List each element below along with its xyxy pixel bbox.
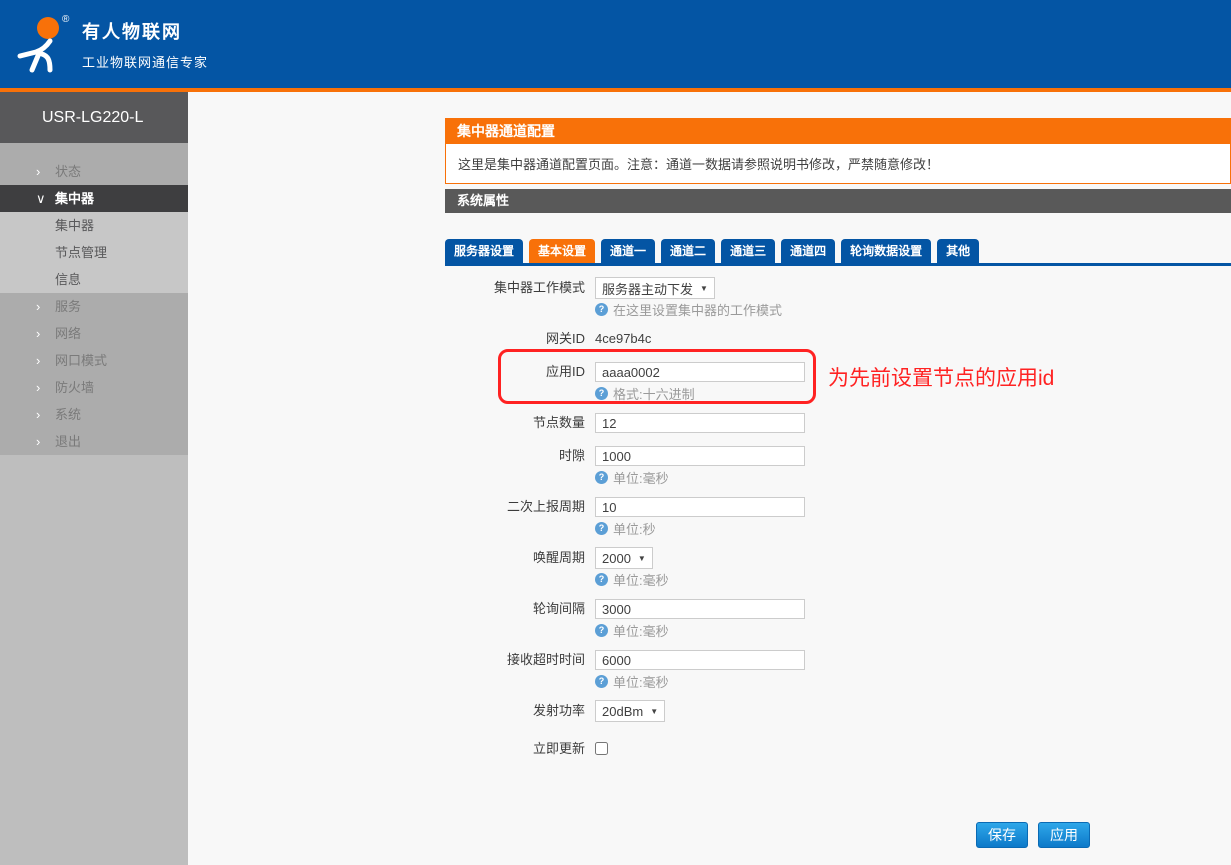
form-row-node-count: 节点数量 — [445, 412, 1231, 434]
work-mode-select[interactable]: 服务器主动下发 ▼ — [595, 277, 715, 299]
form-row-wakeup-cycle: 唤醒周期 2000 ▼ ? 单位:毫秒 — [445, 547, 1231, 587]
form-row-app-id: 应用ID ? 格式:十六进制 — [445, 361, 1231, 401]
settings-form: 集中器工作模式 服务器主动下发 ▼ ? 在这里设置集中器的工作模式 网关ID 4… — [445, 277, 1231, 771]
apply-button[interactable]: 应用 — [1038, 822, 1090, 848]
gateway-id-value: 4ce97b4c — [595, 328, 651, 350]
form-row-polling-interval: 轮询间隔 ? 单位:毫秒 — [445, 598, 1231, 638]
chevron-right-icon: › — [36, 428, 40, 455]
sidebar-item-firewall[interactable]: › 防火墙 — [0, 374, 188, 401]
top-header: ® 有人物联网 工业物联网通信专家 — [0, 0, 1231, 92]
tab-channel-1[interactable]: 通道一 — [601, 239, 655, 263]
select-arrow-icon: ▼ — [700, 284, 708, 293]
panel-notice: 这里是集中器通道配置页面。注意：通道一数据请参照说明书修改，严禁随意修改！ — [446, 144, 1230, 183]
chevron-right-icon: › — [36, 401, 40, 428]
brand-subtitle: 工业物联网通信专家 — [82, 52, 208, 71]
chevron-right-icon: › — [36, 158, 40, 185]
sidebar-item-network[interactable]: › 网络 — [0, 320, 188, 347]
main-content: 集中器通道配置 这里是集中器通道配置页面。注意：通道一数据请参照说明书修改，严禁… — [188, 92, 1231, 865]
form-row-time-slot: 时隙 ? 单位:毫秒 — [445, 445, 1231, 485]
tx-power-select[interactable]: 20dBm ▼ — [595, 700, 665, 722]
usr-logo-icon: ® — [12, 14, 70, 74]
registered-mark-icon: ® — [62, 14, 69, 25]
receive-timeout-input[interactable] — [595, 650, 805, 670]
sidebar: USR-LG220-L › 状态 ∨ 集中器 集中器 节点管理 信息 › 服务 … — [0, 92, 188, 865]
sidebar-item-logout[interactable]: › 退出 — [0, 428, 188, 455]
form-row-tx-power: 发射功率 20dBm ▼ — [445, 700, 1231, 722]
button-bar: 保存 应用 — [976, 822, 1090, 848]
select-arrow-icon: ▼ — [650, 707, 658, 716]
device-title: USR-LG220-L — [0, 92, 188, 143]
save-button[interactable]: 保存 — [976, 822, 1028, 848]
help-icon: ? — [595, 522, 608, 535]
help-icon: ? — [595, 471, 608, 484]
time-slot-input[interactable] — [595, 446, 805, 466]
tab-channel-3[interactable]: 通道三 — [721, 239, 775, 263]
tab-polling-data[interactable]: 轮询数据设置 — [841, 239, 931, 263]
help-icon: ? — [595, 387, 608, 400]
tab-channel-2[interactable]: 通道二 — [661, 239, 715, 263]
sidebar-subitem-info[interactable]: 信息 — [0, 266, 188, 293]
help-icon: ? — [595, 675, 608, 688]
panel-title: 集中器通道配置 — [445, 118, 1231, 144]
sidebar-subitem-concentrator[interactable]: 集中器 — [0, 212, 188, 239]
select-arrow-icon: ▼ — [638, 554, 646, 563]
update-now-checkbox[interactable] — [595, 742, 608, 755]
secondary-report-input[interactable] — [595, 497, 805, 517]
form-row-update-now: 立即更新 — [445, 738, 1231, 760]
sidebar-item-service[interactable]: › 服务 — [0, 293, 188, 320]
tab-bar: 服务器设置 基本设置 通道一 通道二 通道三 通道四 轮询数据设置 其他 — [445, 239, 1231, 266]
sidebar-menu: › 状态 ∨ 集中器 集中器 节点管理 信息 › 服务 › 网络 › 网口模式 … — [0, 143, 188, 455]
brand: ® 有人物联网 工业物联网通信专家 — [12, 14, 208, 74]
brand-title: 有人物联网 — [82, 18, 208, 44]
chevron-right-icon: › — [36, 320, 40, 347]
app-id-input[interactable] — [595, 362, 805, 382]
tab-channel-4[interactable]: 通道四 — [781, 239, 835, 263]
sidebar-item-concentrator[interactable]: ∨ 集中器 — [0, 185, 188, 212]
sidebar-subitem-node-management[interactable]: 节点管理 — [0, 239, 188, 266]
help-icon: ? — [595, 303, 608, 316]
sidebar-item-system[interactable]: › 系统 — [0, 401, 188, 428]
sidebar-item-status[interactable]: › 状态 — [0, 158, 188, 185]
form-row-receive-timeout: 接收超时时间 ? 单位:毫秒 — [445, 649, 1231, 689]
help-icon: ? — [595, 624, 608, 637]
form-row-work-mode: 集中器工作模式 服务器主动下发 ▼ ? 在这里设置集中器的工作模式 — [445, 277, 1231, 317]
chevron-down-icon: ∨ — [36, 185, 46, 212]
form-row-gateway-id: 网关ID 4ce97b4c — [445, 328, 1231, 350]
polling-interval-input[interactable] — [595, 599, 805, 619]
chevron-right-icon: › — [36, 293, 40, 320]
chevron-right-icon: › — [36, 347, 40, 374]
form-row-secondary-report: 二次上报周期 ? 单位:秒 — [445, 496, 1231, 536]
node-count-input[interactable] — [595, 413, 805, 433]
config-notice-panel: 集中器通道配置 这里是集中器通道配置页面。注意：通道一数据请参照说明书修改，严禁… — [445, 118, 1231, 184]
chevron-right-icon: › — [36, 374, 40, 401]
tab-basic-settings[interactable]: 基本设置 — [529, 239, 595, 263]
wakeup-cycle-select[interactable]: 2000 ▼ — [595, 547, 653, 569]
tab-server-settings[interactable]: 服务器设置 — [445, 239, 523, 263]
tab-other[interactable]: 其他 — [937, 239, 979, 263]
sidebar-item-port-mode[interactable]: › 网口模式 — [0, 347, 188, 374]
section-title: 系统属性 — [445, 189, 1231, 213]
help-icon: ? — [595, 573, 608, 586]
